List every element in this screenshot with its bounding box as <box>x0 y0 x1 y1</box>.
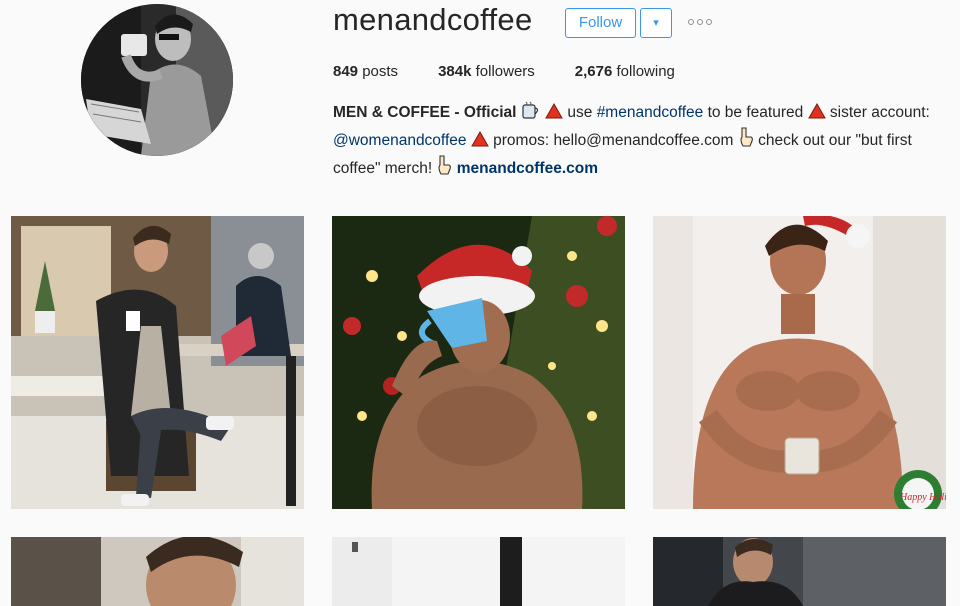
bio-text-sister: sister account: <box>829 104 930 121</box>
profile-bio: MEN & COFFEE - Official use #menandcoffe… <box>333 101 933 183</box>
following-count: 2,676 <box>574 63 613 80</box>
dot-icon <box>688 19 694 25</box>
post-caption-overlay: Happy Holidays <box>899 492 946 503</box>
pointing-down-emoji-icon <box>436 155 452 183</box>
dot-icon <box>697 19 703 25</box>
post-thumbnail[interactable] <box>11 216 304 509</box>
more-options-icon[interactable] <box>688 16 714 28</box>
followers-count: 384k <box>438 63 472 80</box>
bio-text-use: use <box>567 104 593 121</box>
bio-hashtag-link[interactable]: #menandcoffee <box>597 104 704 121</box>
post-thumbnail[interactable] <box>332 537 625 606</box>
followers-label: followers <box>475 63 535 80</box>
bio-text-promos: promos: hello@menandcoffee.com <box>493 132 734 149</box>
profile-stats: 849 posts 384k followers 2,676 following <box>333 63 715 80</box>
red-triangle-emoji-icon <box>470 130 489 155</box>
follow-button[interactable]: Follow <box>565 8 636 38</box>
post-thumbnail[interactable] <box>11 537 304 606</box>
bio-name: MEN & COFFEE - Official <box>333 104 517 121</box>
dot-icon <box>706 19 712 25</box>
post-thumbnail[interactable] <box>332 216 625 509</box>
following-label: following <box>616 63 675 80</box>
bio-text-featured: to be featured <box>707 104 804 121</box>
posts-stat: 849 posts <box>333 63 398 80</box>
suggestions-dropdown-button[interactable]: ▾ <box>640 8 672 38</box>
following-stat[interactable]: 2,676 following <box>575 63 675 80</box>
bio-mention-link[interactable]: @womenandcoffee <box>333 132 467 149</box>
red-triangle-emoji-icon <box>807 102 826 127</box>
posts-count: 849 <box>333 63 359 80</box>
coffee-emoji-icon <box>521 101 541 127</box>
profile-username: menandcoffee <box>333 2 533 37</box>
red-triangle-emoji-icon <box>545 102 563 127</box>
bio-website-link[interactable]: menandcoffee.com <box>457 160 598 177</box>
posts-label: posts <box>362 63 399 80</box>
profile-avatar[interactable] <box>81 4 233 156</box>
pointing-down-emoji-icon <box>738 127 754 155</box>
post-thumbnail[interactable]: Happy Holidays <box>653 216 946 509</box>
post-thumbnail[interactable] <box>653 537 946 606</box>
followers-stat[interactable]: 384k followers <box>438 63 535 80</box>
